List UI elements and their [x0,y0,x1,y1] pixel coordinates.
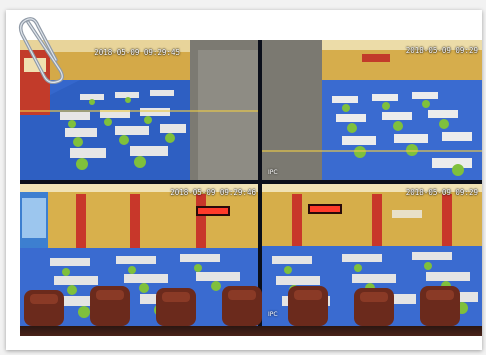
desk-edge [20,326,482,336]
foreground-chairs [24,286,460,326]
feed-timestamp: 2018-05-09 09:29:45 [94,48,180,57]
camera-label: IPC [268,169,278,176]
feed-timestamp: 2018-05-09 09:29 [405,46,478,55]
monitor-wall: 2018-05-09 09:29:45 2018-05-09 09:29 IPC… [20,40,482,330]
paperclip-icon [18,17,64,84]
feed-timestamp: 2018-05-09 09:29:46 [170,188,256,197]
feed-timestamp: 2018-05-09 09:29 [405,188,478,197]
camera-feed-top-right: 2018-05-09 09:29 IPC [262,40,482,180]
